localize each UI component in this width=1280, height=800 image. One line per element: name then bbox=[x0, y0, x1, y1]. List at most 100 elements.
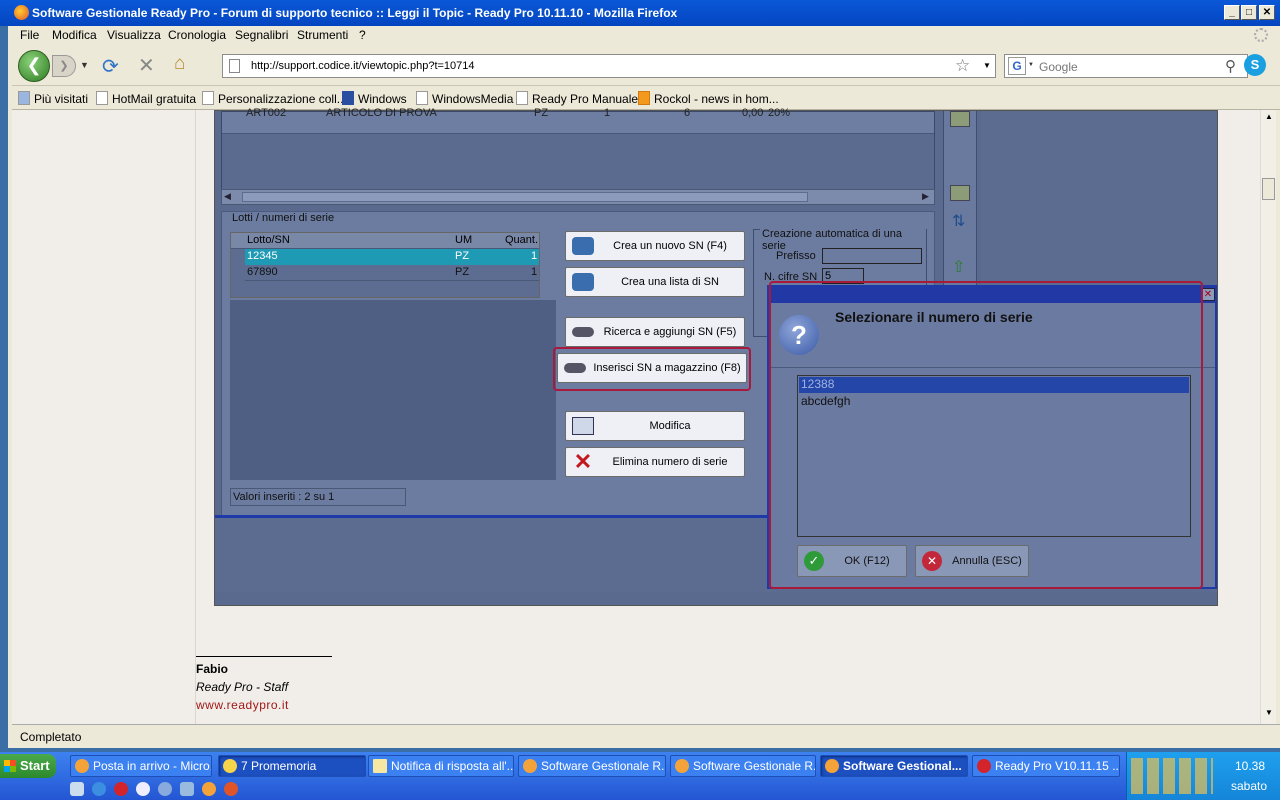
search-icon[interactable] bbox=[158, 782, 172, 796]
search-add-sn-button[interactable]: Ricerca e aggiungi SN (F5) bbox=[565, 317, 745, 347]
post-role: Ready Pro - Staff bbox=[196, 680, 289, 694]
scroll-up-icon[interactable]: ▲ bbox=[1263, 112, 1275, 124]
firefox-icon[interactable] bbox=[224, 782, 238, 796]
quicklaunch-icon[interactable] bbox=[70, 782, 84, 796]
prefix-input[interactable] bbox=[822, 248, 922, 264]
folder-icon[interactable] bbox=[950, 185, 970, 201]
menu-bar: File Modifica Visualizza Cronologia Segn… bbox=[12, 26, 1280, 46]
edit-pencil-icon bbox=[572, 417, 594, 435]
page-icon bbox=[516, 91, 528, 105]
close-button[interactable]: ✕ bbox=[1259, 5, 1275, 20]
start-label: Start bbox=[20, 758, 50, 773]
menu-file[interactable]: File bbox=[20, 28, 39, 42]
maximize-button[interactable]: □ bbox=[1241, 5, 1257, 20]
bookmark-readypro-manuale[interactable]: Ready Pro Manuale bbox=[516, 91, 638, 106]
search-bar[interactable]: G ▼ Google ⚲ bbox=[1004, 54, 1248, 78]
taskbar-item-promemoria[interactable]: 7 Promemoria bbox=[218, 755, 366, 777]
bookmark-hotmail[interactable]: HotMail gratuita bbox=[96, 91, 196, 106]
home-icon[interactable]: ⌂ bbox=[174, 53, 185, 75]
taskbar-item-firefox-2[interactable]: Software Gestionale R... bbox=[670, 755, 816, 777]
scroll-thumb[interactable] bbox=[242, 192, 808, 202]
taskbar-item-firefox-3[interactable]: Software Gestional... bbox=[820, 755, 968, 777]
reload-icon[interactable]: ⟳ bbox=[102, 54, 119, 79]
url-dropdown-icon[interactable]: ▼ bbox=[983, 61, 991, 70]
dialog-close-icon[interactable]: ✕ bbox=[1201, 288, 1215, 301]
status-text: Completato bbox=[20, 730, 82, 744]
menu-modifica[interactable]: Modifica bbox=[52, 28, 97, 42]
google-engine-icon[interactable]: G bbox=[1008, 57, 1026, 75]
highlight-insert-button bbox=[553, 347, 751, 391]
minimize-button[interactable]: _ bbox=[1224, 5, 1240, 20]
status-bar: Completato bbox=[12, 724, 1280, 748]
col-header-um: UM bbox=[455, 234, 473, 246]
taskbar-item-outlook[interactable]: Posta in arrivo - Micro... bbox=[70, 755, 212, 777]
bookmark-star-icon[interactable]: ☆ bbox=[955, 56, 970, 76]
bookmark-piu-visitati[interactable]: Più visitati bbox=[18, 91, 88, 106]
scroll-right-icon[interactable]: ▶ bbox=[922, 191, 929, 202]
tray-icons[interactable] bbox=[1131, 758, 1213, 794]
page-vertical-scrollbar[interactable]: ▲ ▼ bbox=[1260, 110, 1276, 724]
table-row[interactable]: 12345 PZ 1 bbox=[245, 249, 539, 265]
menu-strumenti[interactable]: Strumenti bbox=[297, 28, 348, 42]
firefox-icon bbox=[825, 759, 839, 773]
create-new-sn-button[interactable]: Crea un nuovo SN (F4) bbox=[565, 231, 745, 261]
taskbar-item-firefox-1[interactable]: Software Gestionale R... bbox=[518, 755, 666, 777]
reminder-icon bbox=[223, 759, 237, 773]
lot-qty: 1 bbox=[531, 250, 538, 262]
menu-visualizza[interactable]: Visualizza bbox=[107, 28, 161, 42]
forum-left-column bbox=[38, 110, 196, 724]
ie-icon[interactable] bbox=[92, 782, 106, 796]
post-site-link[interactable]: www.readypro.it bbox=[196, 698, 289, 712]
modify-button[interactable]: Modifica bbox=[565, 411, 745, 441]
scroll-down-icon[interactable]: ▼ bbox=[1263, 708, 1275, 720]
start-button[interactable]: Start bbox=[0, 754, 56, 778]
menu-help[interactable]: ? bbox=[359, 28, 366, 42]
table-row[interactable]: 67890 PZ 1 bbox=[245, 265, 539, 281]
arrow-up-icon[interactable]: ⇧ bbox=[952, 257, 965, 277]
menu-segnalibri[interactable]: Segnalibri bbox=[235, 28, 288, 42]
item-qty: 1 bbox=[604, 107, 611, 119]
history-dropdown-icon[interactable]: ▼ bbox=[80, 60, 89, 70]
outlook-icon[interactable] bbox=[202, 782, 216, 796]
scroll-left-icon[interactable]: ◀ bbox=[224, 191, 231, 202]
item-code: ART002 bbox=[246, 107, 287, 119]
post-author: Fabio bbox=[196, 662, 228, 676]
music-icon[interactable] bbox=[180, 782, 194, 796]
skype-icon[interactable]: S bbox=[1244, 54, 1266, 76]
values-inserted-text: Valori inseriti : 2 su 1 bbox=[233, 491, 335, 503]
readypro-icon bbox=[977, 759, 991, 773]
back-button[interactable]: ❮ bbox=[18, 50, 50, 82]
taskbar-item-notifica[interactable]: Notifica di risposta all'... bbox=[368, 755, 514, 777]
url-bar[interactable]: http://support.codice.it/viewtopic.php?t… bbox=[222, 54, 996, 78]
forward-button[interactable]: ❯ bbox=[52, 55, 76, 77]
search-icon[interactable]: ⚲ bbox=[1225, 57, 1236, 75]
lots-grid-empty-area bbox=[230, 300, 556, 480]
bookmark-rockol[interactable]: Rockol - news in hom... bbox=[638, 91, 779, 106]
item-um: PZ bbox=[534, 107, 549, 119]
folder-icon[interactable] bbox=[950, 111, 970, 127]
move-updown-icon[interactable]: ⇅ bbox=[952, 211, 965, 231]
item-desc: ARTICOLO DI PROVA bbox=[326, 107, 437, 119]
firefox-icon bbox=[14, 5, 29, 20]
lot-sn: 67890 bbox=[247, 266, 278, 278]
bookmark-personalizzazione[interactable]: Personalizzazione coll... bbox=[202, 91, 347, 106]
col-header-lotto: Lotto/SN bbox=[247, 234, 290, 246]
horizontal-scrollbar[interactable]: ◀ ▶ bbox=[221, 189, 935, 205]
taskbar-item-readypro[interactable]: Ready Pro V10.11.15 ... bbox=[972, 755, 1120, 777]
scroll-thumb[interactable] bbox=[1262, 178, 1275, 200]
url-text: http://support.codice.it/viewtopic.php?t… bbox=[251, 60, 475, 72]
engine-dropdown-icon[interactable]: ▼ bbox=[1028, 62, 1034, 68]
lots-grid-header: Lotto/SN UM Quant. bbox=[231, 233, 539, 249]
embedded-screenshot: ART002 ARTICOLO DI PROVA PZ 1 6 0,00 20%… bbox=[214, 107, 1218, 606]
stop-icon[interactable]: ✕ bbox=[138, 53, 155, 78]
create-sn-list-button[interactable]: Crea una lista di SN bbox=[565, 267, 745, 297]
windows-logo-icon bbox=[4, 760, 16, 772]
menu-cronologia[interactable]: Cronologia bbox=[168, 28, 226, 42]
delete-sn-button[interactable]: ✕ Elimina numero di serie bbox=[565, 447, 745, 477]
bookmark-windowsmedia[interactable]: WindowsMedia bbox=[416, 91, 513, 106]
bookmark-windows[interactable]: Windows bbox=[342, 91, 407, 106]
values-inserted-box: Valori inseriti : 2 su 1 bbox=[230, 488, 406, 506]
readypro-icon[interactable] bbox=[114, 782, 128, 796]
search-placeholder: Google bbox=[1039, 60, 1078, 74]
media-icon[interactable] bbox=[136, 782, 150, 796]
